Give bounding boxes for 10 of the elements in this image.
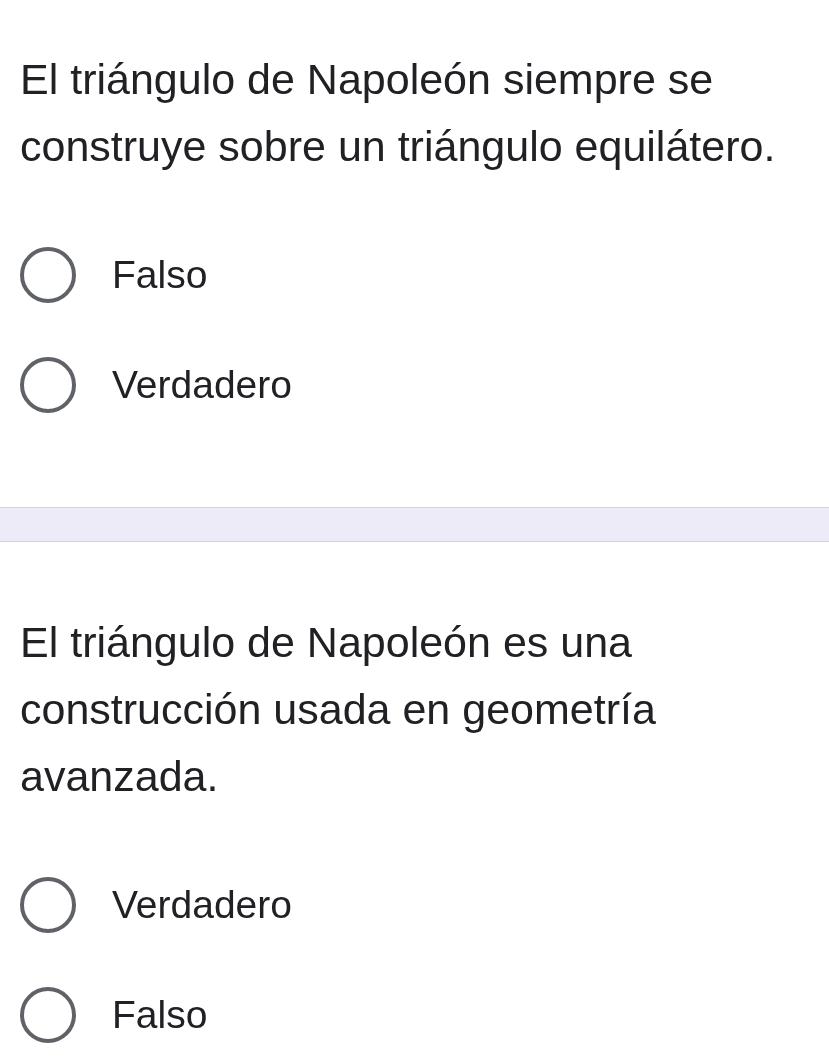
- option-label: Verdadero: [112, 362, 292, 408]
- radio-button[interactable]: [20, 987, 76, 1043]
- radio-button[interactable]: [20, 877, 76, 933]
- question-text: El triángulo de Napoleón es una construcción usada en geometría avanzada.: [20, 617, 657, 802]
- option-label: Falso: [112, 252, 208, 298]
- question-text: El triángulo de Napoleón siempre se construye sobre un triángulo equilátero.: [20, 54, 777, 172]
- option-label: Verdadero: [112, 882, 292, 928]
- radio-button[interactable]: [20, 247, 76, 303]
- option-label: Falso: [112, 992, 208, 1038]
- radio-button[interactable]: [20, 357, 76, 413]
